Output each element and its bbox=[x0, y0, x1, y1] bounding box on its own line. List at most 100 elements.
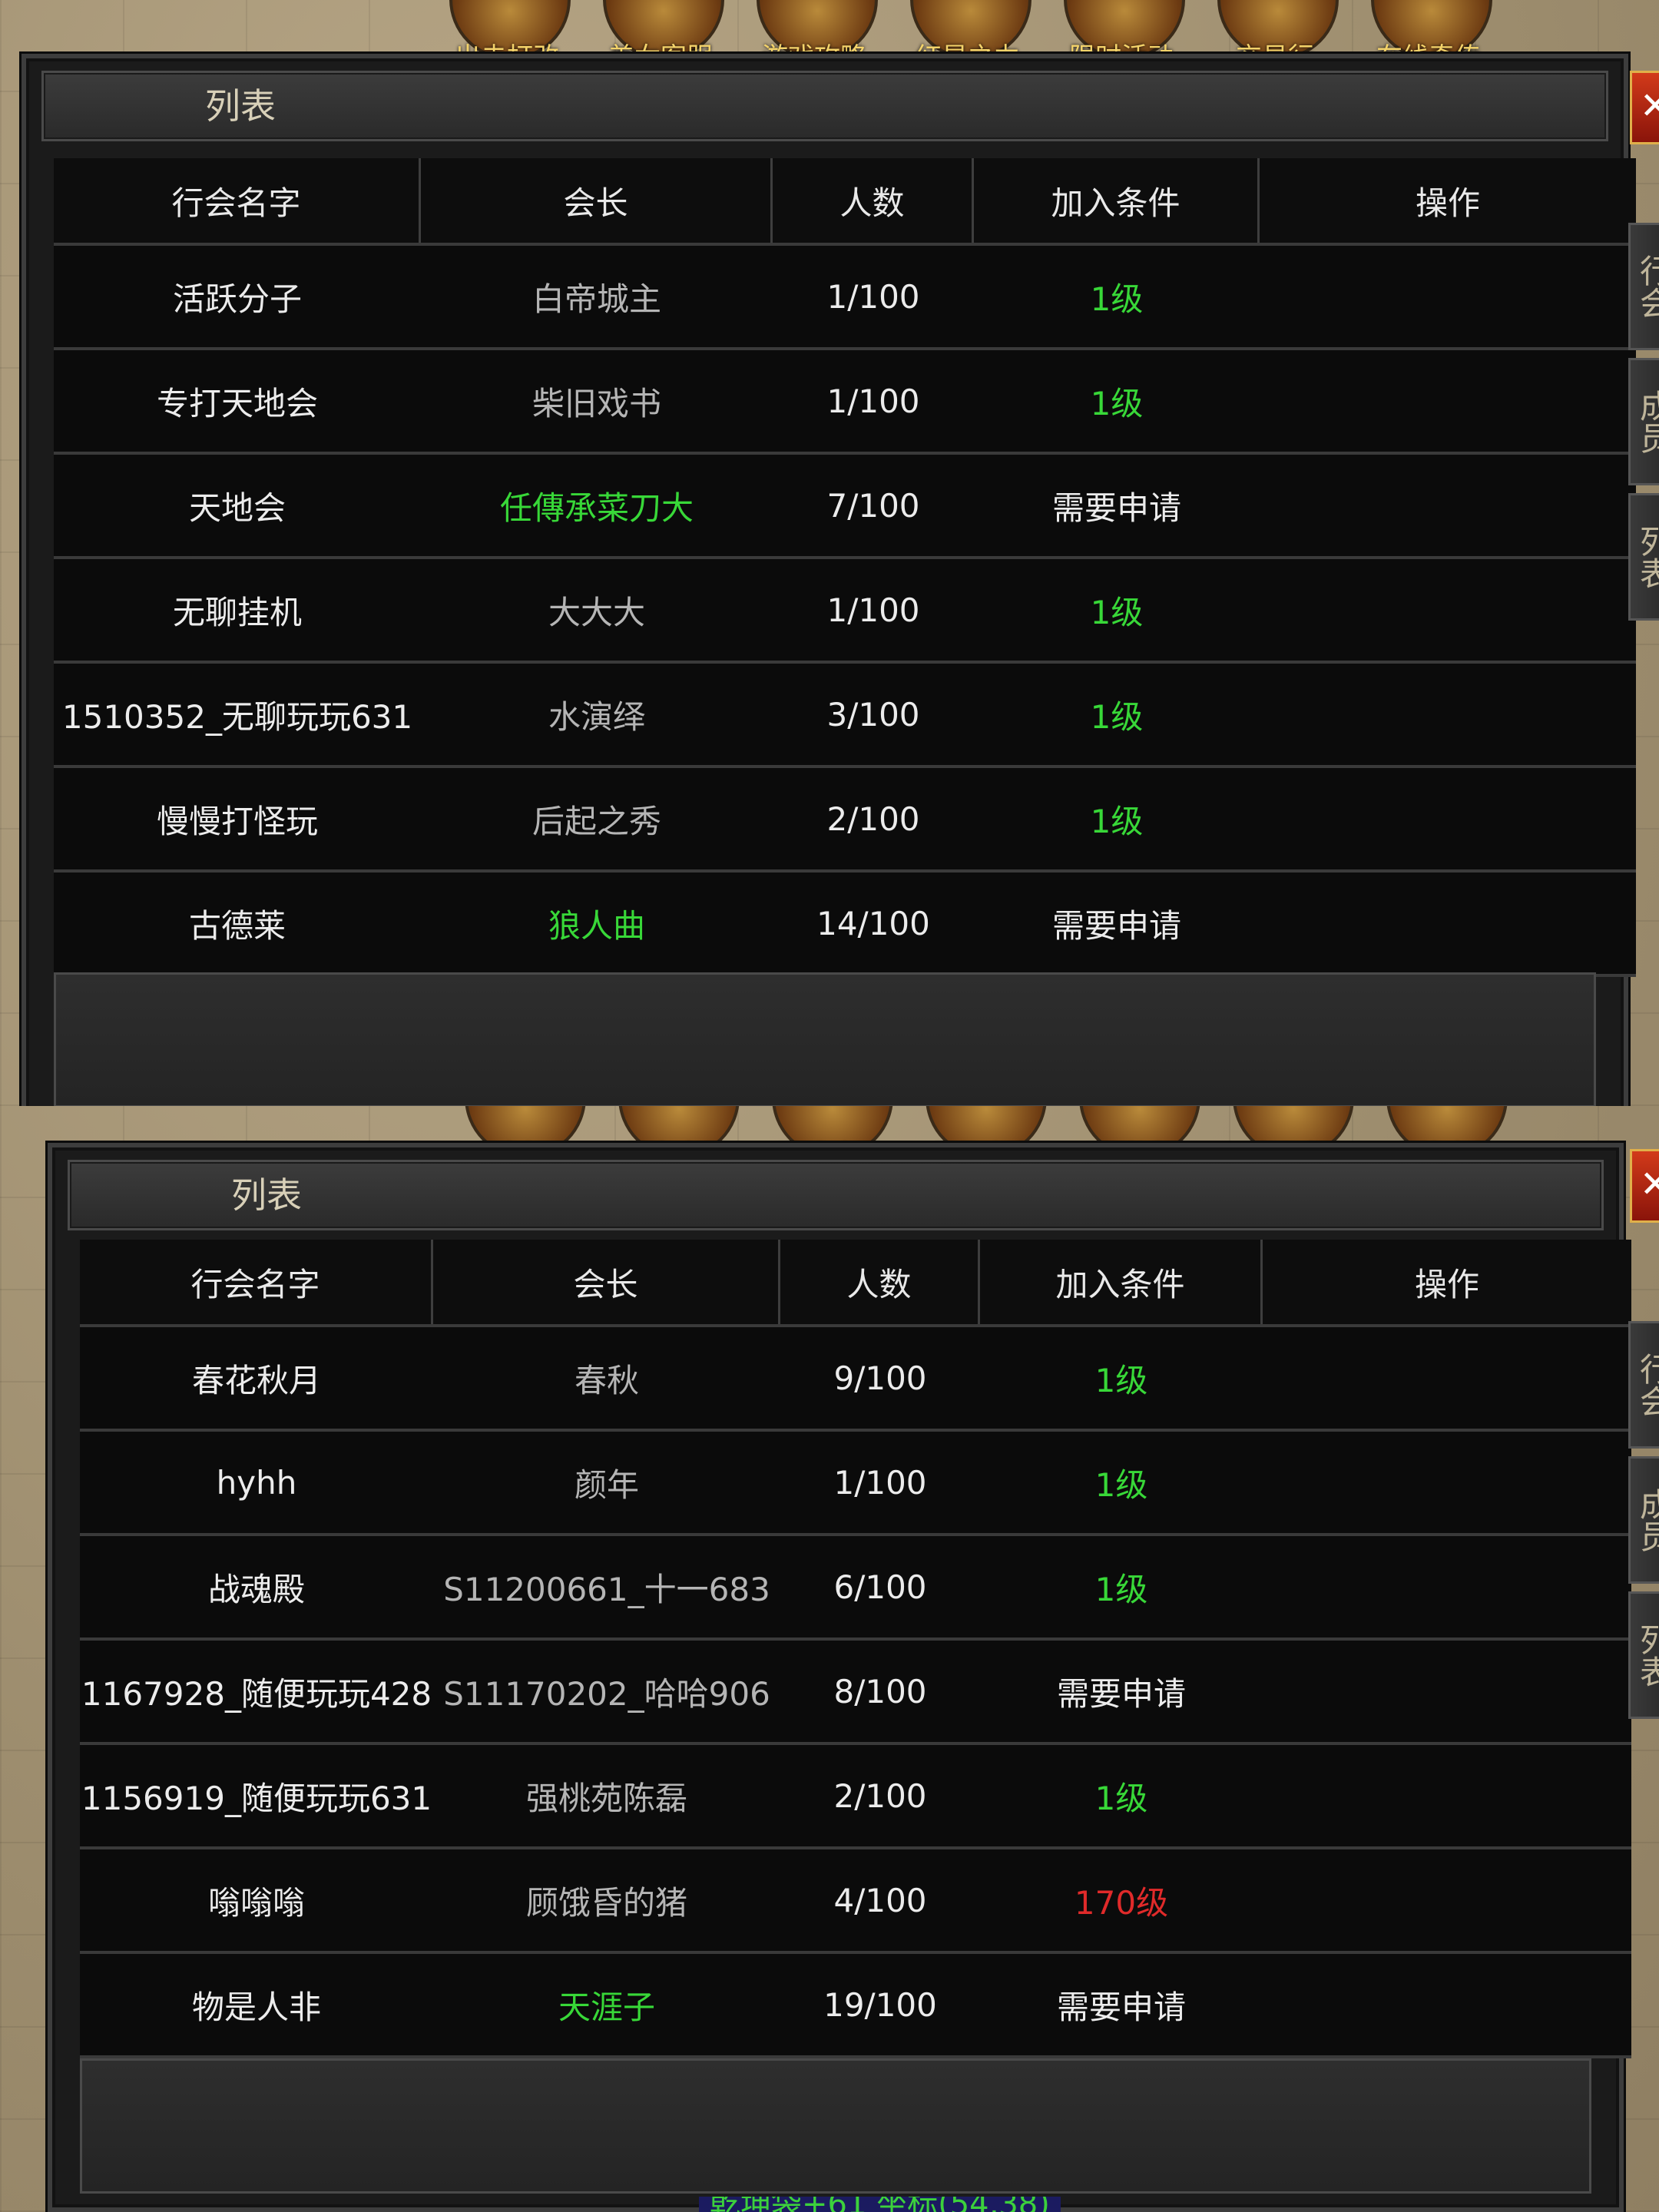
guild-name-cell: 活跃分子 bbox=[172, 280, 302, 318]
guild-table: 行会名字 会长 人数 加入条件 操作 春花秋月 春秋 9/100 1级 hyhh 颜年 1/… bbox=[80, 1240, 1631, 2058]
join-condition-cell: 需要申请 bbox=[1056, 1988, 1186, 2026]
leader-cell: 水演绎 bbox=[548, 697, 645, 736]
guild-name-cell: 专打天地会 bbox=[156, 384, 318, 422]
table-row[interactable]: 无聊挂机 大大大 1/100 1级 bbox=[54, 559, 1636, 664]
table-row[interactable]: 1167928_随便玩玩428 S11170202_哈哈906 8/100 需要申请 bbox=[80, 1641, 1631, 1745]
close-button[interactable]: ✕ bbox=[1630, 1149, 1659, 1223]
side-tab-list[interactable]: 列表 bbox=[1628, 1591, 1659, 1719]
hud-status-text: 乾坤袋+61 坐标(54,38) bbox=[699, 2197, 1061, 2212]
join-condition-cell: 1级 bbox=[1090, 593, 1144, 631]
leader-cell: 后起之秀 bbox=[531, 802, 661, 840]
leader-cell: 任傳承菜刀大 bbox=[499, 488, 694, 527]
action-cell bbox=[1263, 1641, 1631, 1742]
panel-title-bar[interactable]: 列表 bbox=[68, 1160, 1604, 1230]
col-join-condition: 加入条件 bbox=[974, 158, 1260, 243]
side-tab-list[interactable]: 列表 bbox=[1628, 493, 1659, 621]
guild-table: 行会名字 会长 人数 加入条件 操作 活跃分子 白帝城主 1/100 1级 专打天地会柴… bbox=[54, 158, 1636, 977]
col-member-count: 人数 bbox=[773, 158, 974, 243]
top-icon-6[interactable]: 在线奇传 bbox=[1352, 0, 1505, 65]
leader-cell: S11170202_哈哈906 bbox=[443, 1674, 770, 1713]
join-condition-cell: 1级 bbox=[1094, 1779, 1148, 1817]
top-icon-5[interactable]: 交易行 bbox=[1198, 0, 1352, 65]
table-row[interactable]: 慢慢打怪玩 后起之秀 2/100 1级 bbox=[54, 768, 1636, 873]
top-icon-3[interactable]: 红星之力 bbox=[891, 0, 1045, 65]
bottom-hud: 乾坤袋+61 坐标(54,38) bbox=[699, 2197, 1061, 2212]
action-cell bbox=[1260, 455, 1636, 556]
table-row[interactable]: 古德莱 狼人曲 14/100 需要申请 bbox=[54, 873, 1636, 977]
table-row[interactable]: hyhh 颜年 1/100 1级 bbox=[80, 1432, 1631, 1536]
join-condition-cell: 1级 bbox=[1094, 1465, 1148, 1504]
join-condition-cell: 需要申请 bbox=[1056, 1674, 1186, 1713]
table-row[interactable]: 春花秋月 春秋 9/100 1级 bbox=[80, 1327, 1631, 1432]
panel-title: 列表 bbox=[231, 1174, 302, 1216]
leader-cell: 大大大 bbox=[548, 593, 645, 631]
side-tab-guild[interactable]: 行会 bbox=[1628, 1321, 1659, 1449]
join-condition-cell: 1级 bbox=[1090, 280, 1144, 318]
join-condition-cell: 1级 bbox=[1094, 1361, 1148, 1399]
guild-list-screenshot-1: 出击打改 美女客服 游戏攻略 红星之力 限时活动 交易行 在线奇传 列表 行会名… bbox=[0, 0, 1659, 1106]
col-action: 操作 bbox=[1414, 1265, 1479, 1303]
top-icon-0[interactable]: 出击打改 bbox=[430, 0, 584, 65]
top-icon-1[interactable]: 美女客服 bbox=[584, 0, 737, 65]
table-row[interactable]: 物是人非 天涯子 19/100 需要申请 bbox=[80, 1954, 1631, 2058]
join-condition-cell: 1级 bbox=[1090, 384, 1144, 422]
col-leader: 会长 bbox=[433, 1240, 780, 1324]
member-count-cell: 7/100 bbox=[826, 486, 920, 525]
member-count-cell: 8/100 bbox=[833, 1672, 927, 1710]
table-row[interactable]: 战魂殿 S11200661_十一683 6/100 1级 bbox=[80, 1536, 1631, 1641]
leader-cell: 白帝城主 bbox=[531, 280, 661, 318]
top-icon-strip: 出击打改 美女客服 游戏攻略 红星之力 限时活动 交易行 在线奇传 bbox=[430, 0, 1505, 65]
col-leader: 会长 bbox=[421, 158, 773, 243]
action-cell bbox=[1263, 1536, 1631, 1637]
action-cell bbox=[1260, 664, 1636, 765]
join-condition-cell: 1级 bbox=[1094, 1570, 1148, 1608]
panel-footer bbox=[54, 972, 1596, 1106]
close-button[interactable]: ✕ bbox=[1630, 71, 1659, 144]
action-cell bbox=[1263, 1954, 1631, 2055]
col-action: 操作 bbox=[1415, 184, 1480, 222]
member-count-cell: 19/100 bbox=[823, 1985, 937, 2024]
table-header: 行会名字 会长 人数 加入条件 操作 bbox=[80, 1240, 1631, 1327]
join-condition-cell: 170级 bbox=[1074, 1883, 1169, 1922]
panel-title-bar[interactable]: 列表 bbox=[41, 71, 1608, 141]
table-row[interactable]: 活跃分子 白帝城主 1/100 1级 bbox=[54, 246, 1636, 350]
side-tab-members[interactable]: 成员 bbox=[1628, 358, 1659, 485]
action-cell bbox=[1260, 768, 1636, 869]
action-cell bbox=[1263, 1745, 1631, 1846]
table-row[interactable]: 1510352_无聊玩玩631 水演绎 3/100 1级 bbox=[54, 664, 1636, 768]
top-icon-2[interactable]: 游戏攻略 bbox=[737, 0, 891, 65]
leader-cell: 春秋 bbox=[574, 1361, 639, 1399]
leader-cell: 强桃苑陈磊 bbox=[525, 1779, 687, 1817]
action-cell bbox=[1263, 1327, 1631, 1429]
member-count-cell: 6/100 bbox=[833, 1568, 927, 1606]
top-icon-4[interactable]: 限时活动 bbox=[1045, 0, 1198, 65]
col-member-count: 人数 bbox=[780, 1240, 980, 1324]
table-row[interactable]: 1156919_随便玩玩631 强桃苑陈磊 2/100 1级 bbox=[80, 1745, 1631, 1849]
join-condition-cell: 需要申请 bbox=[1051, 488, 1181, 527]
guild-name-cell: 1156919_随便玩玩631 bbox=[81, 1779, 432, 1817]
col-guild-name: 行会名字 bbox=[80, 1240, 433, 1324]
member-count-cell: 2/100 bbox=[826, 800, 920, 838]
guild-list-screenshot-2: 出击打改 美女客服 游戏攻略 红星之力 限时活动 交易行 在线奇传 列表 行会名… bbox=[0, 1106, 1659, 2212]
table-row[interactable]: 天地会 任傳承菜刀大 7/100 需要申请 bbox=[54, 455, 1636, 559]
table-body: 活跃分子 白帝城主 1/100 1级 专打天地会 柴旧戏书 1/100 1级 天地会 任傳承菜刀大… bbox=[54, 246, 1636, 977]
table-body: 春花秋月 春秋 9/100 1级 hyhh 颜年 1/100 1级战魂殿 S11200661_十… bbox=[80, 1327, 1631, 2058]
action-cell bbox=[1263, 1849, 1631, 1951]
guild-name-cell: 战魂殿 bbox=[207, 1570, 305, 1608]
member-count-cell: 14/100 bbox=[816, 904, 930, 942]
action-cell bbox=[1260, 873, 1636, 974]
guild-name-cell: 古德莱 bbox=[188, 906, 286, 945]
leader-cell: S11200661_十一683 bbox=[443, 1570, 770, 1608]
table-row[interactable]: 嗡嗡嗡 顾饿昏的猪 4/100 170级 bbox=[80, 1849, 1631, 1954]
guild-list-panel: 列表 行会名字 会长 人数 加入条件 操作 春花秋月 春秋 9/100 1级 hyhh 颜… bbox=[48, 1143, 1631, 2212]
table-row[interactable]: 专打天地会 柴旧戏书 1/100 1级 bbox=[54, 350, 1636, 455]
action-cell bbox=[1260, 246, 1636, 347]
guild-name-cell: hyhh bbox=[216, 1463, 297, 1502]
side-tab-members[interactable]: 成员 bbox=[1628, 1456, 1659, 1584]
guild-name-cell: 天地会 bbox=[188, 488, 286, 527]
col-guild-name: 行会名字 bbox=[54, 158, 421, 243]
leader-cell: 天涯子 bbox=[558, 1988, 655, 2026]
side-tab-guild[interactable]: 行会 bbox=[1628, 223, 1659, 350]
join-condition-cell: 1级 bbox=[1090, 802, 1144, 840]
member-count-cell: 3/100 bbox=[826, 695, 920, 733]
